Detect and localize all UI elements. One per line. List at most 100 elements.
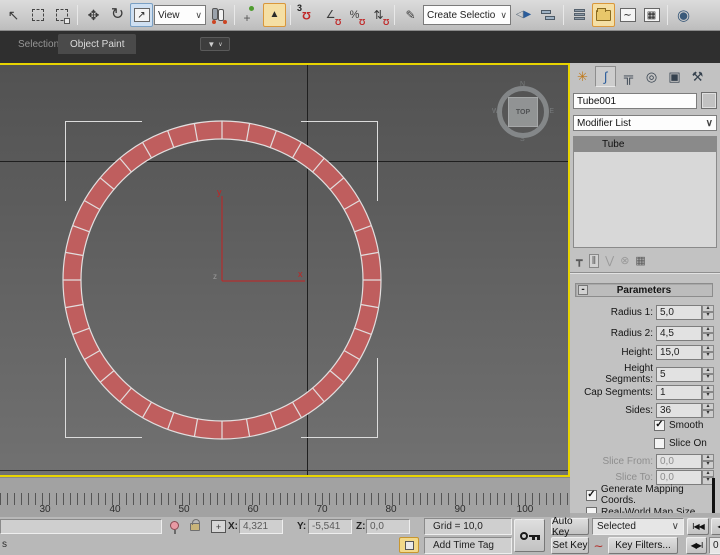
make-unique-icon[interactable]: ⋁ [605,254,614,267]
absolute-mode-transform-icon[interactable]: + [211,520,226,533]
timeline-tick-label: 100 [513,504,537,515]
curve-icon: ∼ [620,8,636,22]
pin-stack-icon[interactable]: ┳ [576,254,583,267]
edit-named-selection-sets-button[interactable]: ✎ [399,3,422,27]
selection-lock-icon[interactable] [190,523,200,531]
tab-motion[interactable]: ◎ [641,66,662,87]
default-tangent-icon[interactable]: ∼ [591,538,606,553]
rectangular-selection-region-button[interactable] [26,3,49,27]
chevron-down-icon: ∨ [672,521,679,532]
top-viewport[interactable]: y x z TOP N S E W [0,63,570,477]
select-and-manipulate-button[interactable]: + [239,3,262,27]
adaptive-degradation-toggle[interactable] [399,537,419,553]
ribbon-minimize-button[interactable]: ▼ ∨ [200,37,230,51]
tab-utilities[interactable]: ⚒ [687,66,708,87]
slice-to-label: Slice To: [574,472,656,483]
command-panel-tabs: ✳ ∫ ╦ ◎ ▣ ⚒ [572,66,708,87]
select-object-button[interactable]: ↖ [2,3,25,27]
sides-field[interactable]: 36 [656,403,702,418]
x-coordinate-field[interactable]: 4,321 [239,519,283,534]
add-time-tag[interactable]: Add Time Tag [424,537,512,554]
sides-spinner[interactable]: ▴▾ [702,403,714,418]
viewcube-top-face[interactable]: TOP [508,97,538,127]
material-sphere-icon: ◉ [677,8,690,23]
percent-snap-toggle[interactable]: %Ω [343,3,366,27]
go-to-start-button[interactable]: Ⅰ◀◀ [687,518,709,535]
manipulate-icon: + [244,8,258,22]
named-selection-sets-dropdown[interactable]: Create Selection Se ∨ [423,5,511,25]
toolbar-separator [667,5,668,25]
set-keys-button[interactable] [514,519,545,552]
modifier-list-dropdown[interactable]: Modifier List ∨ [573,115,717,131]
smooth-checkbox[interactable]: ✓ [654,420,665,431]
key-mode-toggle[interactable]: ◀▶Ⅰ [686,537,707,554]
generate-mapping-checkbox[interactable]: ✓ [586,490,597,501]
smooth-label: Smooth [669,420,703,431]
object-color-swatch[interactable] [701,92,717,109]
key-filters-button[interactable]: Key Filters... [608,537,678,554]
magnet-icon: Ω [359,17,365,26]
select-and-scale-button[interactable]: ↗ [130,3,153,27]
curve-editor-button[interactable]: ∼ [616,3,639,27]
auto-key-button[interactable]: Auto Key [551,518,589,535]
graphite-ribbon-toggle[interactable] [592,3,615,27]
height-segments-spinner[interactable]: ▴▾ [702,367,714,382]
use-pivot-point-center-button[interactable] [207,3,230,27]
tab-modify[interactable]: ∫ [595,66,616,87]
real-world-map-checkbox[interactable] [586,507,597,514]
z-coordinate-field[interactable]: 0,0 [366,519,410,534]
snap-toggle-3d-button[interactable]: 3Ω [295,3,318,27]
y-coordinate-field[interactable]: -5,541 [308,519,352,534]
pin-notification-icon[interactable] [170,521,179,530]
schematic-icon: ▦ [644,8,660,22]
rollout-collapse-button[interactable]: - [578,285,588,295]
reference-coordinate-system-dropdown[interactable]: View ∨ [154,5,206,25]
mirror-button[interactable]: ◁▶ [512,3,535,27]
track-bar[interactable]: 30 40 50 60 70 80 90 100 [0,477,570,517]
height-field[interactable]: 15,0 [656,345,702,360]
show-end-result-icon[interactable]: ‖ [589,254,600,268]
spinner-snap-toggle[interactable]: ⇅Ω [367,3,390,27]
stack-item-tube[interactable]: Tube [574,137,716,152]
remove-modifier-icon[interactable]: ⊗ [620,254,629,267]
object-name-field[interactable]: Tube001 [573,93,697,109]
previous-frame-button[interactable]: ◀ [711,518,720,535]
keyboard-shortcut-override-toggle[interactable]: ▲ [263,3,286,27]
ribbon-tab-object-paint[interactable]: Object Paint [58,34,136,54]
window-crossing-selection-button[interactable] [50,3,73,27]
hierarchy-icon: ╦ [624,69,633,84]
motion-icon: ◎ [646,69,657,85]
real-world-map-label: Real-World Map Size [601,507,695,514]
schematic-view-button[interactable]: ▦ [640,3,663,27]
angle-snap-toggle[interactable]: ∠Ω [319,3,342,27]
parameters-rollout-header[interactable]: - Parameters [575,283,713,297]
radius2-spinner[interactable]: ▴▾ [702,326,714,341]
radius1-spinner[interactable]: ▴▾ [702,305,714,320]
height-spinner[interactable]: ▴▾ [702,345,714,360]
select-and-move-button[interactable]: ✥ [82,3,105,27]
manage-layers-button[interactable] [568,3,591,27]
cap-segments-field[interactable]: 1 [656,385,702,400]
select-and-rotate-button[interactable]: ↻ [106,3,129,27]
height-segments-label: Height Segments: [574,363,656,385]
status-line-field[interactable] [0,519,162,534]
radius2-field[interactable]: 4,5 [656,326,702,341]
selection-set-keys-dropdown[interactable]: Selected ∨ [592,518,684,535]
modifier-stack[interactable]: Tube [573,136,717,248]
radius1-field[interactable]: 5,0 [656,305,702,320]
height-segments-field[interactable]: 5 [656,367,702,382]
align-button[interactable] [536,3,559,27]
cap-segments-spinner[interactable]: ▴▾ [702,385,714,400]
rollout-scrollbar[interactable] [712,478,715,513]
slice-on-checkbox[interactable] [654,438,665,449]
tab-create[interactable]: ✳ [572,66,593,87]
folder-icon [596,10,611,21]
material-editor-button[interactable]: ◉ [672,3,695,27]
current-frame-field[interactable]: 0 [709,537,720,554]
set-key-button[interactable]: Set Key [551,537,589,554]
z-coordinate-label: Z: [356,521,365,532]
tab-hierarchy[interactable]: ╦ [618,66,639,87]
configure-modifier-sets-icon[interactable]: ▦ [635,254,645,267]
tab-display[interactable]: ▣ [664,66,685,87]
viewcube[interactable]: TOP N S E W [494,83,552,141]
